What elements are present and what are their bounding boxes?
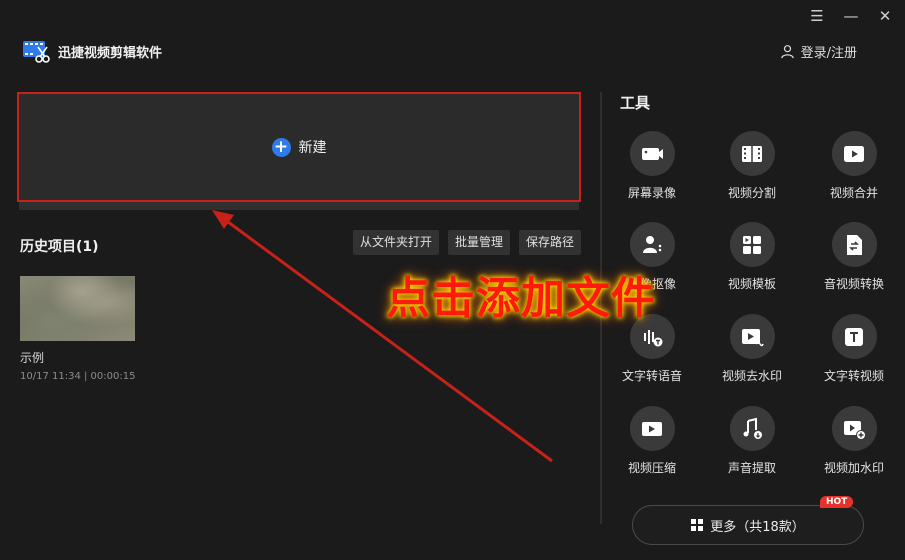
tool-label: 音视频转换 xyxy=(823,277,884,291)
tool-add-watermark[interactable]: 视频加水印 xyxy=(804,406,904,476)
compress-icon xyxy=(629,406,675,451)
tool-label: 文字转视频 xyxy=(823,369,884,383)
template-icon xyxy=(729,222,775,267)
save-path-button[interactable]: 保存路径 xyxy=(518,230,581,255)
plus-icon: + xyxy=(271,137,291,157)
tool-video-split[interactable]: 视频分割 xyxy=(702,131,802,201)
tool-audio-extract[interactable]: 声音提取 xyxy=(702,406,802,476)
tool-label: 文字转语音 xyxy=(621,369,682,383)
audio-extract-icon xyxy=(729,406,775,451)
film-split-icon xyxy=(729,131,775,176)
tool-label: 视频分割 xyxy=(727,186,776,200)
title-bar: ☰ — ✕ xyxy=(0,0,905,36)
tool-text-to-video[interactable]: 文字转视频 xyxy=(804,314,904,384)
app-brand: 迅捷视频剪辑软件 xyxy=(22,38,162,64)
project-thumbnail xyxy=(20,276,135,341)
project-card[interactable]: 示例 10/17 11:34 | 00:00:15 xyxy=(20,276,135,382)
app-logo-icon xyxy=(23,41,50,63)
batch-manage-button[interactable]: 批量管理 xyxy=(447,230,510,255)
remove-watermark-icon xyxy=(729,314,775,359)
tool-screen-record[interactable]: 屏幕录像 xyxy=(602,131,702,201)
tool-label: 视频压缩 xyxy=(627,461,676,475)
tool-av-convert[interactable]: 音视频转换 xyxy=(804,222,904,292)
add-watermark-icon xyxy=(831,406,877,451)
convert-icon xyxy=(831,222,877,267)
tool-label: 视频去水印 xyxy=(721,369,782,383)
camera-icon xyxy=(629,131,675,176)
user-icon xyxy=(780,45,794,59)
tool-remove-watermark[interactable]: 视频去水印 xyxy=(702,314,802,384)
annotation-text: 点击添加文件 xyxy=(386,273,656,324)
new-card-footer xyxy=(19,202,579,210)
tools-title: 工具 xyxy=(620,94,651,112)
grid-icon xyxy=(691,519,704,531)
tool-video-merge[interactable]: 视频合并 xyxy=(804,131,904,201)
login-button[interactable]: 登录/注册 xyxy=(780,42,857,61)
text-to-video-icon xyxy=(831,314,877,359)
tool-label: 视频合并 xyxy=(829,186,878,200)
login-label: 登录/注册 xyxy=(800,46,857,61)
video-merge-icon xyxy=(831,131,877,176)
tool-label: 声音提取 xyxy=(727,461,776,475)
new-project-button[interactable]: + 新建 xyxy=(17,92,581,202)
more-tools-label: 更多（共18款） xyxy=(710,519,805,535)
tool-label: 视频加水印 xyxy=(823,461,884,475)
project-meta: 10/17 11:34 | 00:00:15 xyxy=(20,371,136,382)
project-name: 示例 xyxy=(20,351,45,365)
menu-icon[interactable]: ☰ xyxy=(807,6,827,26)
open-folder-button[interactable]: 从文件夹打开 xyxy=(352,230,439,255)
close-icon[interactable]: ✕ xyxy=(875,6,895,26)
tool-video-template[interactable]: 视频模板 xyxy=(702,222,802,292)
portrait-icon xyxy=(629,222,675,267)
minimize-icon[interactable]: — xyxy=(841,6,861,26)
tool-label: 屏幕录像 xyxy=(627,186,676,200)
history-title: 历史项目(1) xyxy=(20,239,99,255)
hot-badge: HOT xyxy=(820,496,854,508)
tool-label: 视频模板 xyxy=(727,277,776,291)
new-project-label: 新建 xyxy=(298,140,327,156)
window-controls: ☰ — ✕ xyxy=(807,6,895,26)
app-title: 迅捷视频剪辑软件 xyxy=(58,45,163,61)
history-toolbar: 从文件夹打开 批量管理 保存路径 xyxy=(352,230,581,255)
more-tools-button[interactable]: 更多（共18款） xyxy=(632,505,864,545)
tool-video-compress[interactable]: 视频压缩 xyxy=(602,406,702,476)
